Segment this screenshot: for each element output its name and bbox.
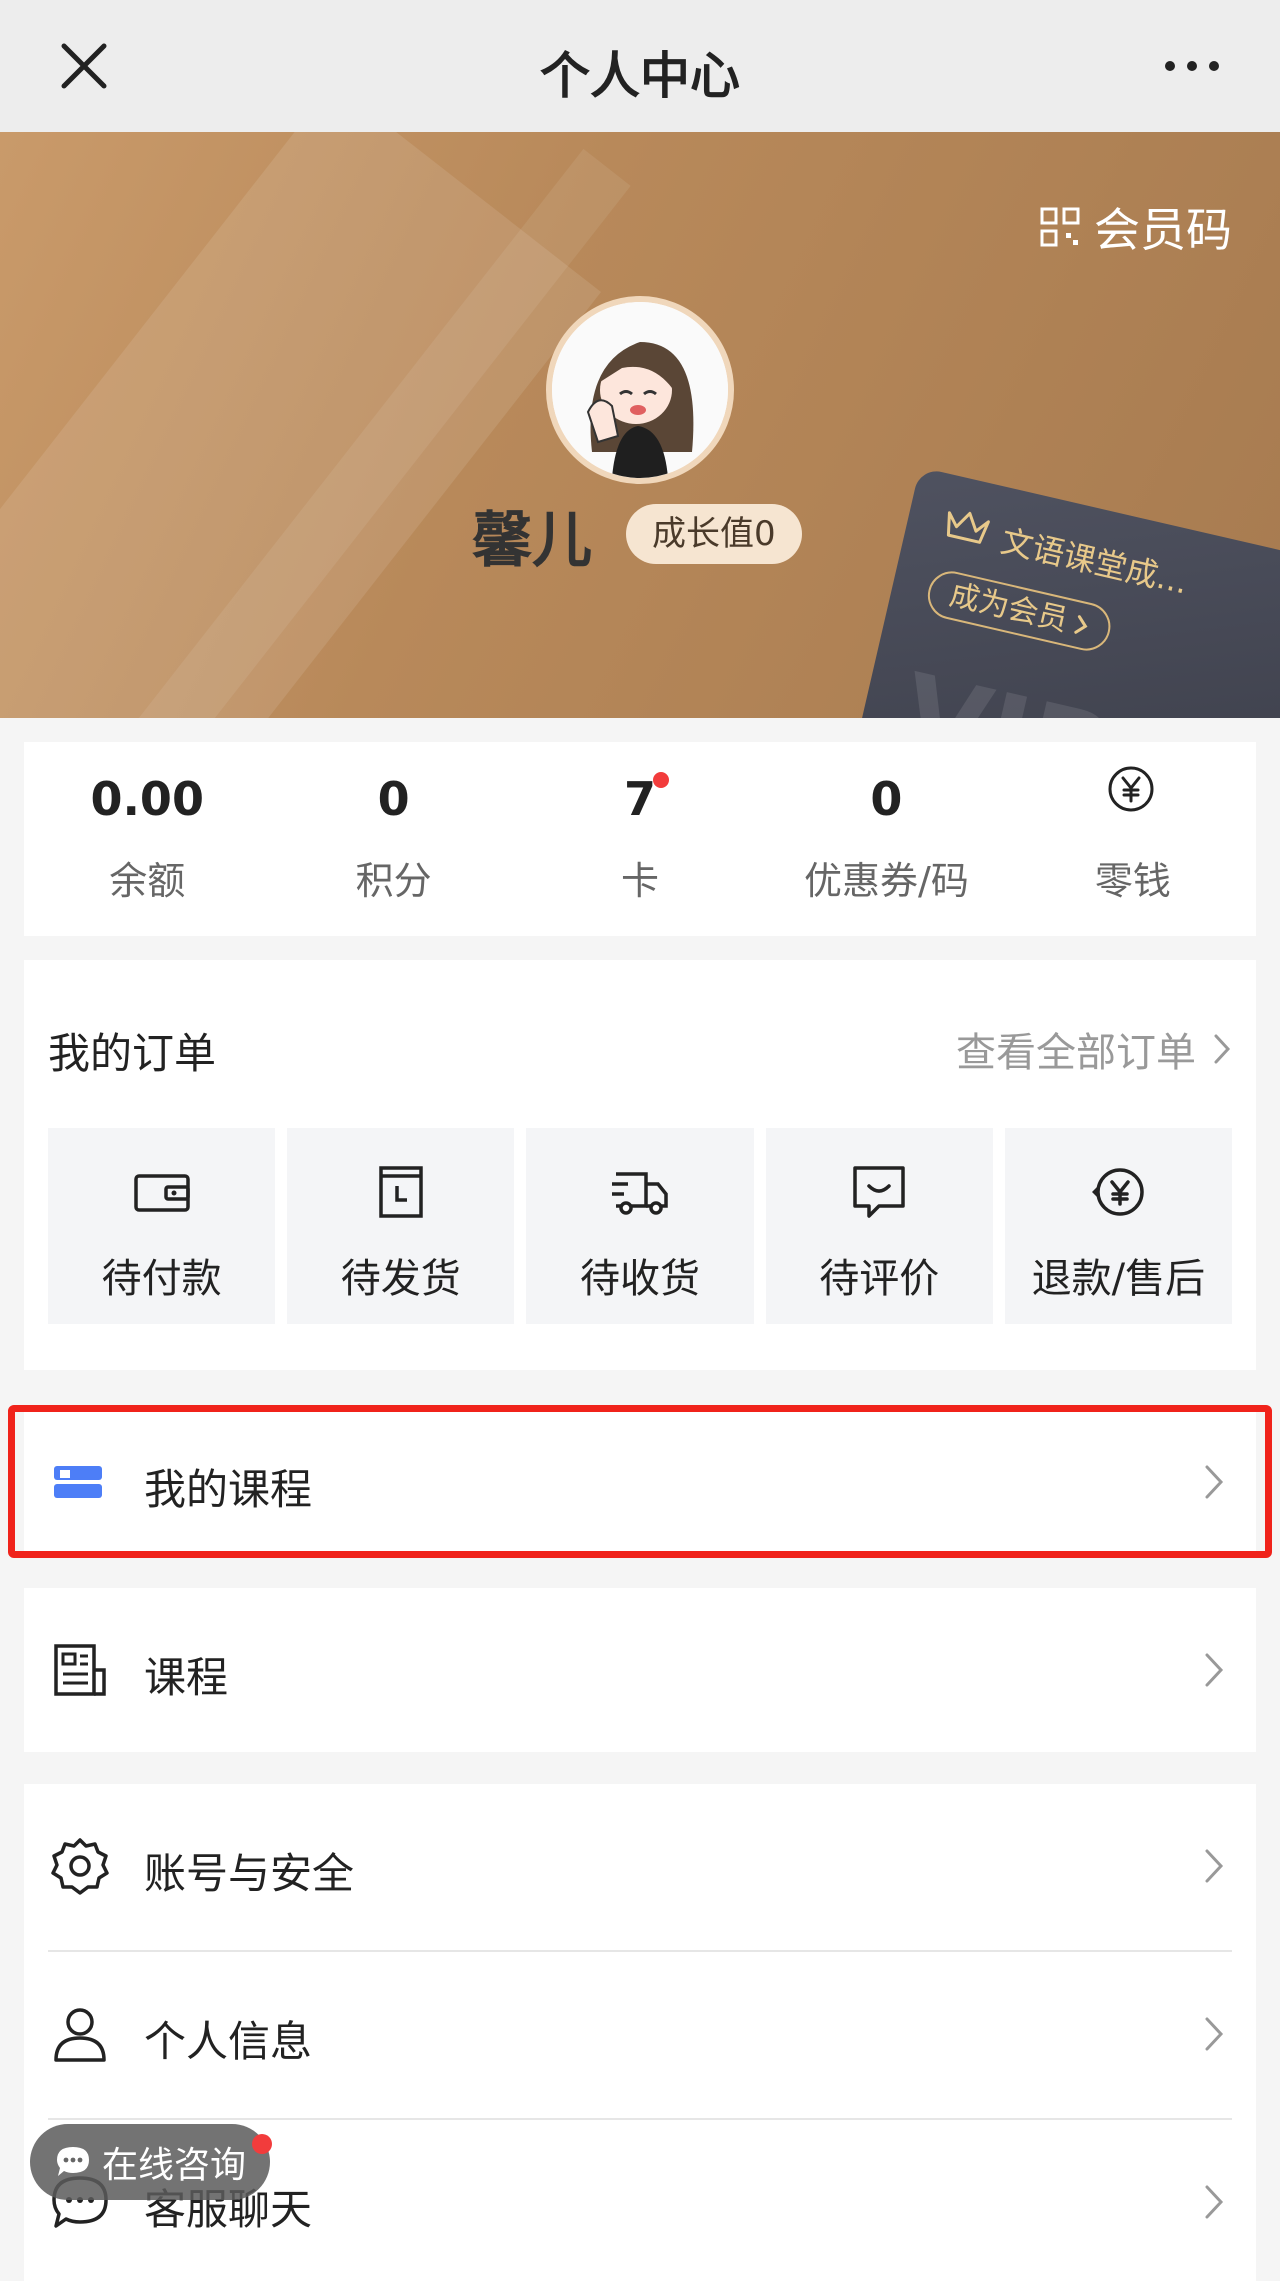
order-label: 退款/售后 — [1031, 1256, 1206, 1302]
order-label: 待收货 — [580, 1256, 700, 1302]
order-label: 待付款 — [101, 1256, 222, 1302]
document-list-icon — [54, 1644, 106, 1696]
menu-account-security[interactable]: 账号与安全 — [24, 1784, 1256, 1950]
menu-settings-group: 账号与安全 个人信息 客服聊天 — [24, 1784, 1256, 2281]
order-status-grid: 待付款 待发货 待收货 待评价 退款/售后 — [48, 1128, 1233, 1324]
user-icon — [54, 2008, 106, 2062]
chevron-right-icon — [1214, 1034, 1231, 1064]
more-icon[interactable] — [1160, 46, 1224, 86]
smile-comment-icon — [853, 1166, 905, 1218]
order-label: 待发货 — [340, 1256, 461, 1302]
stat-value: 0 — [870, 772, 903, 826]
package-clock-icon — [379, 1166, 423, 1218]
stat-label: 零钱 — [1094, 859, 1171, 903]
order-pending-receipt[interactable]: 待收货 — [526, 1128, 754, 1324]
stat-coupons[interactable]: 0 优惠券/码 — [763, 742, 1009, 936]
username: 馨儿 — [472, 506, 592, 576]
chevron-right-icon — [1205, 2185, 1224, 2219]
stat-label: 余额 — [109, 859, 186, 903]
yuan-circle-icon — [1108, 766, 1154, 812]
chevron-right-icon — [1205, 1653, 1224, 1687]
vip-card[interactable]: 文语课堂成... 成为会员 VIP — [848, 467, 1280, 718]
member-code-label: 会员码 — [1094, 203, 1232, 257]
stat-balance[interactable]: 0.00 余额 — [24, 742, 270, 936]
stat-label: 卡 — [621, 859, 660, 903]
avatar-illustration — [552, 302, 728, 478]
menu-courses[interactable]: 课程 — [24, 1588, 1256, 1752]
stat-value: 7 — [624, 772, 657, 826]
order-refund-aftersale[interactable]: 退款/售后 — [1004, 1128, 1233, 1324]
page-title: 个人中心 — [540, 47, 740, 105]
online-consult-button[interactable]: 在线咨询 — [30, 2124, 273, 2200]
refund-icon — [1092, 1168, 1145, 1216]
menu-account-security-label: 账号与安全 — [144, 1849, 355, 1898]
become-member-label: 成为会员 — [946, 577, 1071, 639]
vip-watermark: VIP — [890, 649, 1120, 718]
order-pending-payment[interactable]: 待付款 — [48, 1128, 276, 1324]
notification-dot — [652, 772, 669, 788]
view-all-orders-link[interactable]: 查看全部订单 — [956, 1020, 1232, 1078]
growth-value-badge[interactable]: 成长值0 — [626, 504, 802, 564]
banner-light-streak — [0, 132, 602, 718]
notification-dot — [252, 2134, 273, 2154]
orders-title: 我的订单 — [48, 1029, 217, 1078]
truck-icon — [612, 1172, 668, 1215]
qr-code-icon — [1040, 207, 1080, 247]
chevron-right-icon — [1074, 615, 1088, 634]
top-navbar: 个人中心 — [0, 0, 1280, 132]
menu-personal-info[interactable]: 个人信息 — [24, 1952, 1256, 2118]
chevron-right-icon — [1205, 1849, 1224, 1883]
stat-cards[interactable]: 7 卡 — [517, 742, 763, 936]
stat-change[interactable]: 零钱 — [1010, 742, 1256, 936]
stat-points[interactable]: 0 积分 — [270, 742, 516, 936]
order-label: 待评价 — [819, 1256, 940, 1302]
my-orders-section: 我的订单 查看全部订单 待付款 待发货 待收货 待评价 退款/售后 — [24, 960, 1256, 1370]
highlight-frame — [8, 1405, 1272, 1558]
stat-value: 0 — [377, 772, 410, 826]
stat-label: 积分 — [355, 859, 432, 903]
gear-icon — [51, 1838, 109, 1895]
chat-icon — [57, 2147, 89, 2176]
member-code-button[interactable]: 会员码 — [1040, 194, 1232, 260]
menu-courses-label: 课程 — [144, 1653, 229, 1702]
order-pending-review[interactable]: 待评价 — [765, 1128, 993, 1324]
order-pending-shipment[interactable]: 待发货 — [287, 1128, 515, 1324]
view-all-orders-label: 查看全部订单 — [956, 1030, 1196, 1076]
assets-stats: 0.00 余额 0 积分 7 卡 0 优惠券/码 零钱 — [24, 742, 1256, 936]
chevron-right-icon — [1205, 2017, 1224, 2051]
menu-personal-info-label: 个人信息 — [144, 2017, 313, 2066]
profile-banner: 会员码 馨儿 成长值0 文语课堂成... 成为会员 VIP — [0, 132, 1280, 718]
crown-icon — [946, 511, 990, 544]
stat-value: 0.00 — [90, 772, 204, 826]
avatar[interactable] — [546, 296, 734, 484]
stat-label: 优惠券/码 — [804, 859, 969, 903]
online-consult-label: 在线咨询 — [102, 2145, 247, 2186]
wallet-icon — [133, 1174, 190, 1212]
